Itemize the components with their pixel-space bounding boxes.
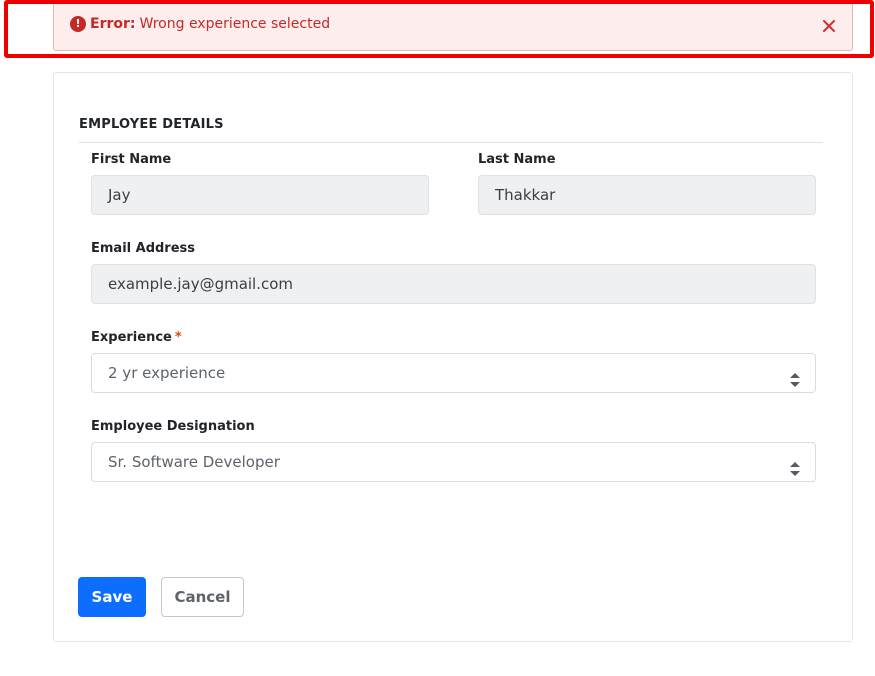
designation-select[interactable]: Sr. Software Developer — [91, 442, 816, 482]
email-label: Email Address — [91, 241, 196, 256]
select-arrows-icon — [789, 454, 801, 476]
select-arrows-icon — [789, 365, 801, 387]
experience-label-text: Experience — [91, 330, 172, 345]
designation-selected-value: Sr. Software Developer — [108, 453, 280, 471]
experience-select[interactable]: 2 yr experience — [91, 353, 816, 393]
first-name-label: First Name — [91, 152, 172, 167]
required-asterisk: * — [174, 330, 182, 345]
cancel-button[interactable]: Cancel — [161, 577, 244, 617]
last-name-label: Last Name — [478, 152, 556, 167]
highlight-frame — [4, 0, 874, 58]
section-divider — [79, 142, 823, 143]
save-button[interactable]: Save — [78, 577, 146, 617]
designation-label: Employee Designation — [91, 419, 255, 434]
employee-details-card: EMPLOYEE DETAILS First Name Jay Last Nam… — [53, 72, 853, 642]
experience-label: Experience * — [91, 330, 182, 345]
first-name-field[interactable]: Jay — [91, 175, 429, 215]
experience-selected-value: 2 yr experience — [108, 364, 226, 382]
email-field[interactable]: example.jay@gmail.com — [91, 264, 816, 304]
section-title: EMPLOYEE DETAILS — [79, 117, 224, 132]
last-name-field[interactable]: Thakkar — [478, 175, 816, 215]
